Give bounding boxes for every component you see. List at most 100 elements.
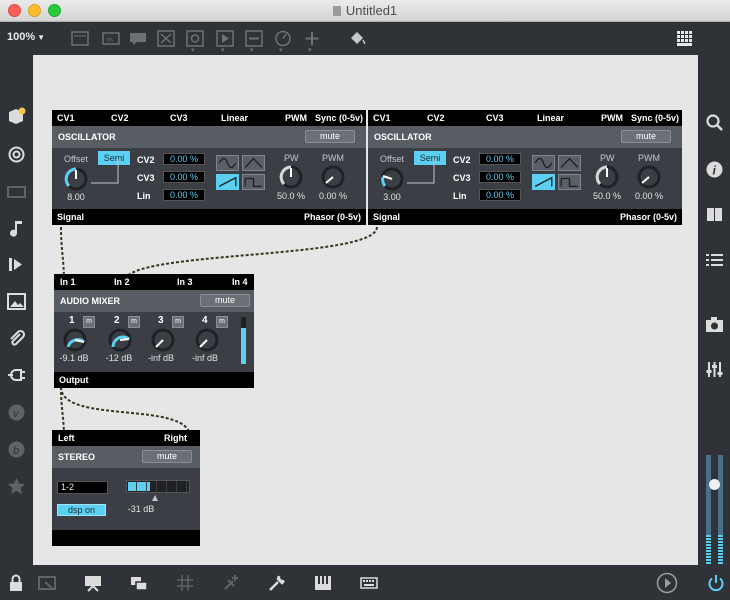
star-icon[interactable] (7, 477, 26, 496)
port-output[interactable]: Output (59, 375, 89, 385)
target-icon[interactable] (7, 145, 26, 164)
list-icon[interactable] (705, 251, 724, 270)
patcher-canvas[interactable]: CV1 CV2 CV3 Linear PWM Sync (0-5v) OSCIL… (33, 55, 698, 565)
port-in4[interactable]: In 4 (232, 277, 248, 287)
output-channel-select[interactable]: 1-2 (57, 481, 108, 494)
new-message-icon[interactable]: m (102, 30, 120, 47)
play-object-icon[interactable]: ▾ (216, 30, 234, 54)
cv2-amount-field[interactable]: 0.00 % (163, 153, 205, 165)
search-icon[interactable] (705, 113, 724, 132)
chevron-down-icon: ▼ (37, 33, 46, 42)
port-right[interactable]: Right (164, 433, 187, 443)
transport-play-icon[interactable] (656, 572, 678, 594)
dial-object-icon[interactable]: ▾ (274, 30, 292, 54)
lock-badge-icon[interactable]: b (7, 440, 26, 459)
paint-bucket-icon[interactable] (348, 30, 366, 47)
channel-2-gain-knob[interactable] (107, 327, 133, 353)
snapshot-camera-icon[interactable] (705, 315, 724, 334)
offset-knob[interactable] (379, 166, 405, 192)
master-volume-handle[interactable] (709, 479, 720, 490)
channel-3-gain-knob[interactable] (150, 327, 176, 353)
grid-view-icon[interactable] (676, 30, 694, 47)
comment-icon[interactable] (129, 30, 147, 47)
port-in1[interactable]: In 1 (60, 277, 76, 287)
mute-button[interactable]: mute (305, 130, 355, 143)
reference-book-icon[interactable] (705, 205, 724, 224)
present-mode-icon[interactable] (84, 574, 102, 592)
cv3-amount-field[interactable]: 0.00 % (479, 171, 521, 183)
channel-4-gain-knob[interactable] (194, 327, 220, 353)
grid-icon[interactable] (176, 574, 194, 592)
dsp-toggle[interactable]: dsp on (57, 504, 106, 516)
offset-value: 8.00 (67, 192, 85, 202)
lin-amount-field[interactable]: 0.00 % (163, 189, 205, 201)
offset-label: Offset (380, 154, 404, 164)
port-signal[interactable]: Signal (373, 212, 400, 222)
pw-knob[interactable] (594, 164, 620, 190)
output-gain-slider[interactable] (152, 495, 158, 501)
stereo-output-module[interactable]: Left Right STEREO mute 1-2 dsp on -31 dB (52, 430, 200, 546)
audio-mixer-module[interactable]: In 1 In 2 In 3 In 4 AUDIO MIXER mute 1 m… (54, 274, 254, 388)
triangle-wave-button[interactable] (558, 155, 581, 171)
info-icon[interactable]: i (705, 160, 724, 179)
pwm-knob[interactable] (320, 164, 346, 190)
sequence-icon[interactable] (7, 255, 26, 274)
master-level-meter[interactable] (705, 455, 725, 565)
square-wave-button[interactable] (242, 174, 265, 190)
cv3-amount-field[interactable]: 0.00 % (163, 171, 205, 183)
zoom-menu[interactable]: 100% ▼ (7, 31, 45, 43)
toggle-icon[interactable] (157, 30, 175, 47)
saw-wave-button[interactable] (532, 174, 555, 190)
pw-knob[interactable] (278, 164, 304, 190)
button-object-icon[interactable]: ▾ (186, 30, 204, 54)
mute-button[interactable]: mute (200, 294, 250, 307)
packages-icon[interactable] (7, 107, 26, 126)
wrench-icon[interactable] (268, 574, 286, 592)
mixer-sliders-icon[interactable] (705, 360, 724, 379)
port-in3[interactable]: In 3 (177, 277, 193, 287)
port-in2[interactable]: In 2 (114, 277, 130, 287)
input-ports: CV1 CV2 CV3 Linear PWM Sync (0-5v) (368, 110, 682, 126)
plug-icon[interactable] (7, 366, 26, 385)
slider-object-icon[interactable]: ▾ (245, 30, 263, 54)
add-object-icon[interactable]: ▾ (303, 30, 321, 54)
square-wave-button[interactable] (558, 174, 581, 190)
paperclip-icon[interactable] (7, 329, 26, 348)
mute-button[interactable]: mute (142, 450, 192, 463)
new-object-icon[interactable] (71, 30, 89, 47)
cable-osc2-to-in2 (124, 226, 378, 282)
port-phasor[interactable]: Phasor (0-5v) (304, 212, 361, 222)
vimeo-icon[interactable]: v (7, 403, 26, 422)
piano-keyboard-icon[interactable] (314, 574, 332, 592)
sine-wave-button[interactable] (216, 155, 239, 171)
lin-amount-field[interactable]: 0.00 % (479, 189, 521, 201)
sine-wave-button[interactable] (532, 155, 555, 171)
port-cv2: CV2 (111, 113, 129, 123)
lock-icon[interactable] (7, 574, 25, 592)
projector-icon[interactable] (7, 182, 26, 201)
port-pwm: PWM (285, 113, 307, 123)
output-ports: Output (54, 372, 254, 388)
port-phasor[interactable]: Phasor (0-5v) (620, 212, 677, 222)
cv2-amount-field[interactable]: 0.00 % (479, 153, 521, 165)
oscillator-module-1[interactable]: CV1 CV2 CV3 Linear PWM Sync (0-5v) OSCIL… (52, 110, 366, 225)
channel-1-gain-knob[interactable] (62, 327, 88, 353)
image-icon[interactable] (7, 292, 26, 311)
saw-wave-button[interactable] (216, 174, 239, 190)
magnet-icon[interactable] (222, 574, 240, 592)
output-gain-value: -31 dB (127, 504, 155, 514)
port-left[interactable]: Left (58, 433, 75, 443)
presentation-icon[interactable] (38, 574, 56, 592)
mute-button[interactable]: mute (621, 130, 671, 143)
windows-icon[interactable] (130, 574, 148, 592)
pwm-knob[interactable] (636, 164, 662, 190)
port-signal[interactable]: Signal (57, 212, 84, 222)
offset-knob[interactable] (63, 166, 89, 192)
music-note-icon[interactable] (7, 219, 26, 238)
pw-value: 50.0 % (592, 191, 622, 201)
computer-keyboard-icon[interactable] (360, 574, 378, 592)
svg-text:b: b (13, 445, 19, 457)
audio-power-icon[interactable] (707, 574, 725, 592)
triangle-wave-button[interactable] (242, 155, 265, 171)
oscillator-module-2[interactable]: CV1 CV2 CV3 Linear PWM Sync (0-5v) OSCIL… (368, 110, 682, 225)
